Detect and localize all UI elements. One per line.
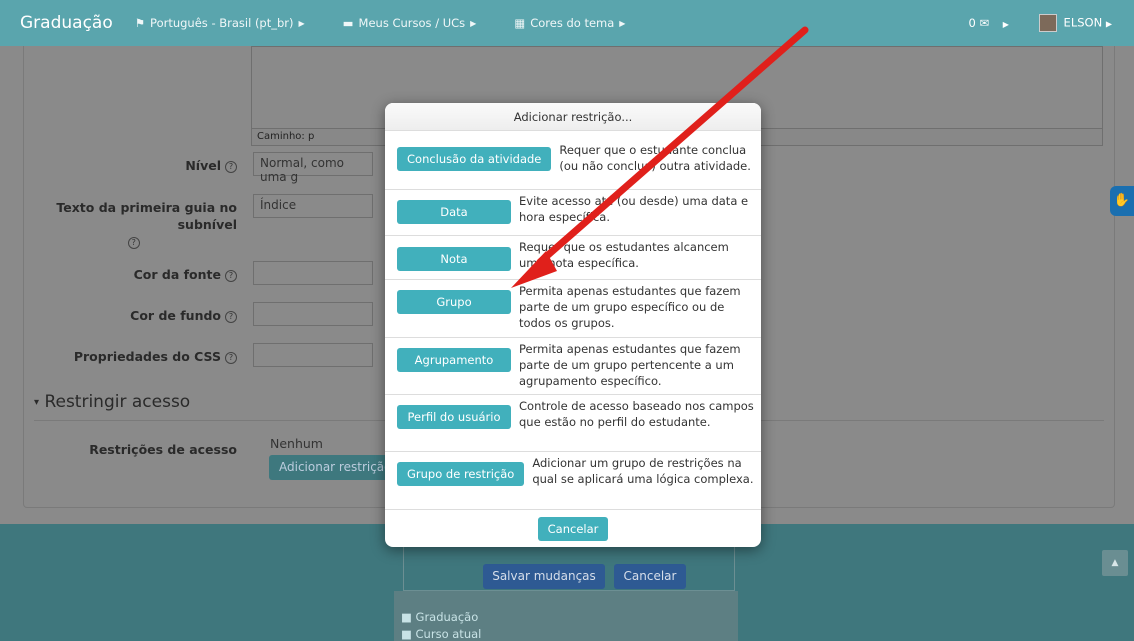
css-label: Propriedades do CSS? xyxy=(74,349,237,364)
theme-menu[interactable]: ▦ Cores do tema ▶ xyxy=(514,16,625,30)
restricoes-label: Restrições de acesso xyxy=(89,442,237,457)
footer-cancel-button[interactable]: Cancelar xyxy=(614,564,686,589)
caret-right-icon: ▶ xyxy=(298,18,305,28)
nota-button[interactable]: Nota xyxy=(397,247,511,271)
user-name: ELSON xyxy=(1063,15,1103,30)
option-grupo-restricao: Grupo de restrição Adicionar um grupo de… xyxy=(385,452,761,510)
restriction-options: Conclusão da atividade Requer que o estu… xyxy=(385,131,761,510)
accessibility-widget[interactable]: ✋ xyxy=(1110,186,1134,216)
cor-fundo-input[interactable] xyxy=(253,302,373,326)
restricoes-value: Nenhum xyxy=(270,436,323,451)
texto-label: Texto da primeira guia no subnível ? xyxy=(56,200,237,249)
option-grupo: Grupo Permita apenas estudantes que faze… xyxy=(385,280,761,338)
section-restringir-acesso[interactable]: ▾ Restringir acesso xyxy=(34,392,190,412)
help-icon[interactable]: ? xyxy=(225,311,237,323)
briefcase-icon: ▬ xyxy=(342,16,354,30)
grupo-restricao-button[interactable]: Grupo de restrição xyxy=(397,462,525,486)
course-link-graduacao[interactable]: ■ Graduação xyxy=(401,610,478,624)
collapse-icon: ▾ xyxy=(34,397,40,408)
nivel-select[interactable]: Normal, como uma g xyxy=(253,152,373,184)
option-nota: Nota Requer que os estudantes alcancem u… xyxy=(385,236,761,280)
help-icon[interactable]: ? xyxy=(127,237,140,249)
messages-count: 0 xyxy=(968,16,976,30)
option-agrupamento: Agrupamento Permita apenas estudantes qu… xyxy=(385,338,761,395)
courses-menu[interactable]: ▬ Meus Cursos / UCs ▶ xyxy=(343,16,477,30)
perfil-button[interactable]: Perfil do usuário xyxy=(397,405,511,429)
grupo-button[interactable]: Grupo xyxy=(397,290,511,314)
language-label: Português - Brasil (pt_br) xyxy=(150,16,294,30)
user-menu[interactable]: ELSON ▶ xyxy=(1038,14,1112,32)
conclusao-button[interactable]: Conclusão da atividade xyxy=(397,147,552,171)
folder-icon: ■ xyxy=(401,627,412,641)
help-icon[interactable]: ? xyxy=(225,270,237,282)
option-perfil: Perfil do usuário Controle de acesso bas… xyxy=(385,395,761,452)
language-menu[interactable]: ⚑ Português - Brasil (pt_br) ▶ xyxy=(135,16,305,30)
dialog-footer: Cancelar xyxy=(385,510,761,541)
dialog-cancel-button[interactable]: Cancelar xyxy=(537,517,609,541)
courses-label: Meus Cursos / UCs xyxy=(358,16,466,30)
messages-menu[interactable]: 0 ✉ ▶ xyxy=(968,16,1008,30)
caret-right-icon: ▶ xyxy=(619,18,626,28)
top-navbar: Graduação ⚑ Português - Brasil (pt_br) ▶… xyxy=(0,0,1134,46)
cor-fonte-label: Cor da fonte? xyxy=(134,267,237,282)
option-conclusao: Conclusão da atividade Requer que o estu… xyxy=(385,131,761,190)
caret-right-icon: ▶ xyxy=(470,18,477,28)
course-link-curso-atual[interactable]: ■ Curso atual xyxy=(401,627,481,641)
help-icon[interactable]: ? xyxy=(225,352,237,364)
flag-icon: ⚑ xyxy=(134,16,146,30)
help-icon[interactable]: ? xyxy=(225,161,237,173)
theme-label: Cores do tema xyxy=(530,16,615,30)
hand-icon: ✋ xyxy=(1113,193,1131,208)
navbar-right: 0 ✉ ▶ ELSON ▶ xyxy=(968,0,1112,46)
cor-fonte-input[interactable] xyxy=(253,261,373,285)
avatar xyxy=(1038,14,1057,32)
caret-right-icon: ▶ xyxy=(1105,19,1112,29)
scroll-top-button[interactable]: ▲ xyxy=(1102,550,1128,576)
grid-icon: ▦ xyxy=(514,16,526,30)
site-brand[interactable]: Graduação xyxy=(20,13,113,33)
option-data: Data Evite acesso até (ou desde) uma dat… xyxy=(385,190,761,236)
texto-input[interactable]: Índice xyxy=(253,194,373,218)
nivel-label: Nível? xyxy=(185,158,237,173)
add-restriction-dialog: Adicionar restrição... Conclusão da ativ… xyxy=(385,103,761,547)
folder-icon: ■ xyxy=(401,610,412,624)
css-input[interactable] xyxy=(253,343,373,367)
caret-right-icon: ▶ xyxy=(1002,20,1009,29)
agrupamento-button[interactable]: Agrupamento xyxy=(397,348,511,372)
save-changes-button[interactable]: Salvar mudanças xyxy=(483,564,605,589)
dialog-title: Adicionar restrição... xyxy=(385,103,761,131)
envelope-icon: ✉ xyxy=(979,16,990,30)
arrow-up-icon: ▲ xyxy=(1111,558,1119,568)
data-button[interactable]: Data xyxy=(397,200,511,224)
add-restriction-button[interactable]: Adicionar restrição... xyxy=(269,455,389,480)
cor-fundo-label: Cor de fundo? xyxy=(130,308,237,323)
